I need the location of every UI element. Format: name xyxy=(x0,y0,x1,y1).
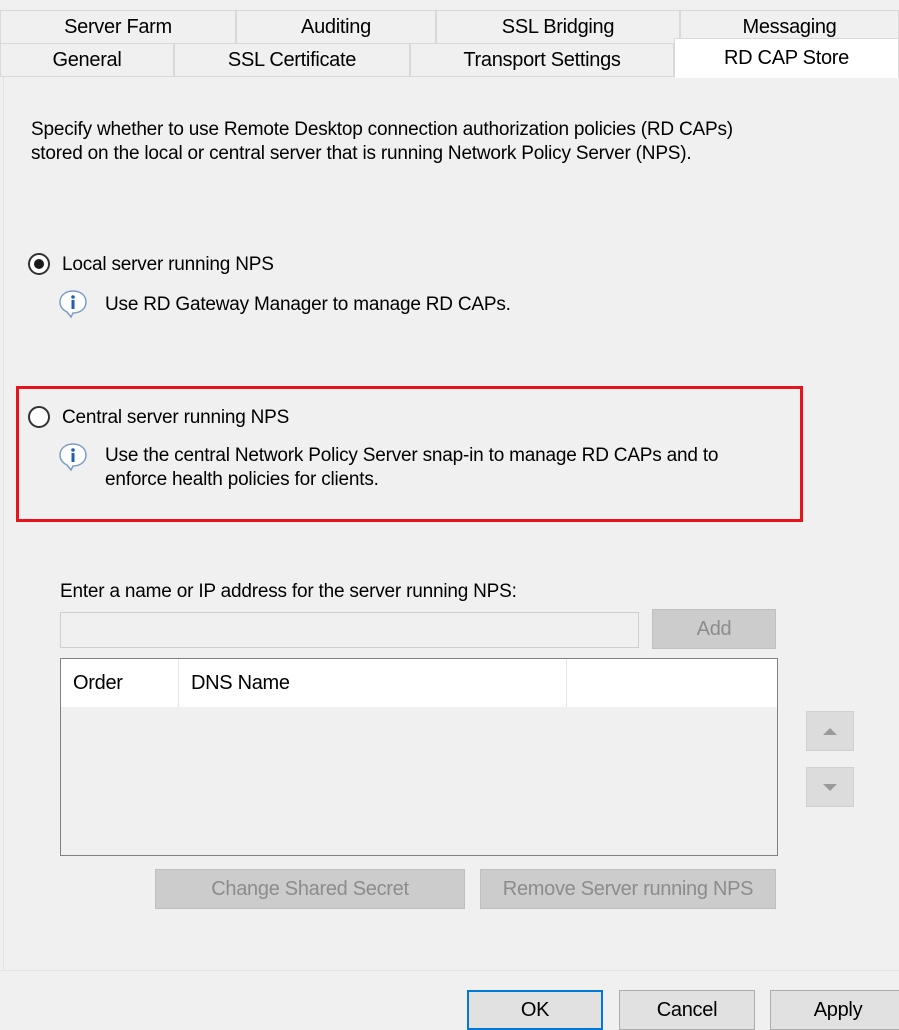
apply-button[interactable]: Apply xyxy=(770,990,899,1030)
info-icon xyxy=(59,443,87,472)
central-server-info-line-1: Use the central Network Policy Server sn… xyxy=(105,445,719,466)
column-header-order[interactable]: Order xyxy=(61,659,179,707)
tab-rd-cap-store[interactable]: RD CAP Store xyxy=(674,38,899,78)
add-button[interactable]: Add xyxy=(652,609,776,649)
cancel-button[interactable]: Cancel xyxy=(619,990,755,1030)
central-server-label[interactable]: Central server running NPS xyxy=(62,406,289,430)
tab-transport-settings[interactable]: Transport Settings xyxy=(410,43,674,77)
central-server-radio[interactable] xyxy=(28,406,50,428)
server-name-input[interactable] xyxy=(60,612,639,648)
central-server-info-line-2: enforce health policies for clients. xyxy=(105,469,379,490)
tab-ssl-certificate[interactable]: SSL Certificate xyxy=(174,43,410,77)
remove-server-button[interactable]: Remove Server running NPS xyxy=(480,869,776,909)
list-header: Order DNS Name xyxy=(61,659,777,707)
server-list[interactable]: Order DNS Name xyxy=(60,658,778,856)
column-header-extra[interactable] xyxy=(567,659,777,707)
local-server-label[interactable]: Local server running NPS xyxy=(62,253,274,277)
description-line-1: Specify whether to use Remote Desktop co… xyxy=(31,119,733,140)
move-down-button[interactable] xyxy=(806,767,854,807)
footer-divider xyxy=(0,970,899,971)
column-header-dns-name[interactable]: DNS Name xyxy=(179,659,567,707)
move-up-button[interactable] xyxy=(806,711,854,751)
server-entry-label: Enter a name or IP address for the serve… xyxy=(60,581,517,602)
description-line-2: stored on the local or central server th… xyxy=(31,143,692,164)
arrow-up-icon xyxy=(823,727,837,735)
local-server-info: Use RD Gateway Manager to manage RD CAPs… xyxy=(105,294,511,315)
radio-selected-dot xyxy=(34,259,44,269)
info-icon xyxy=(59,290,87,319)
tab-ssl-bridging[interactable]: SSL Bridging xyxy=(436,10,680,43)
ok-button[interactable]: OK xyxy=(467,990,603,1030)
local-server-radio[interactable] xyxy=(28,253,50,275)
tab-server-farm[interactable]: Server Farm xyxy=(0,10,236,43)
change-shared-secret-button[interactable]: Change Shared Secret xyxy=(155,869,465,909)
tab-general[interactable]: General xyxy=(0,43,174,77)
tab-auditing[interactable]: Auditing xyxy=(236,10,436,43)
arrow-down-icon xyxy=(823,783,837,791)
